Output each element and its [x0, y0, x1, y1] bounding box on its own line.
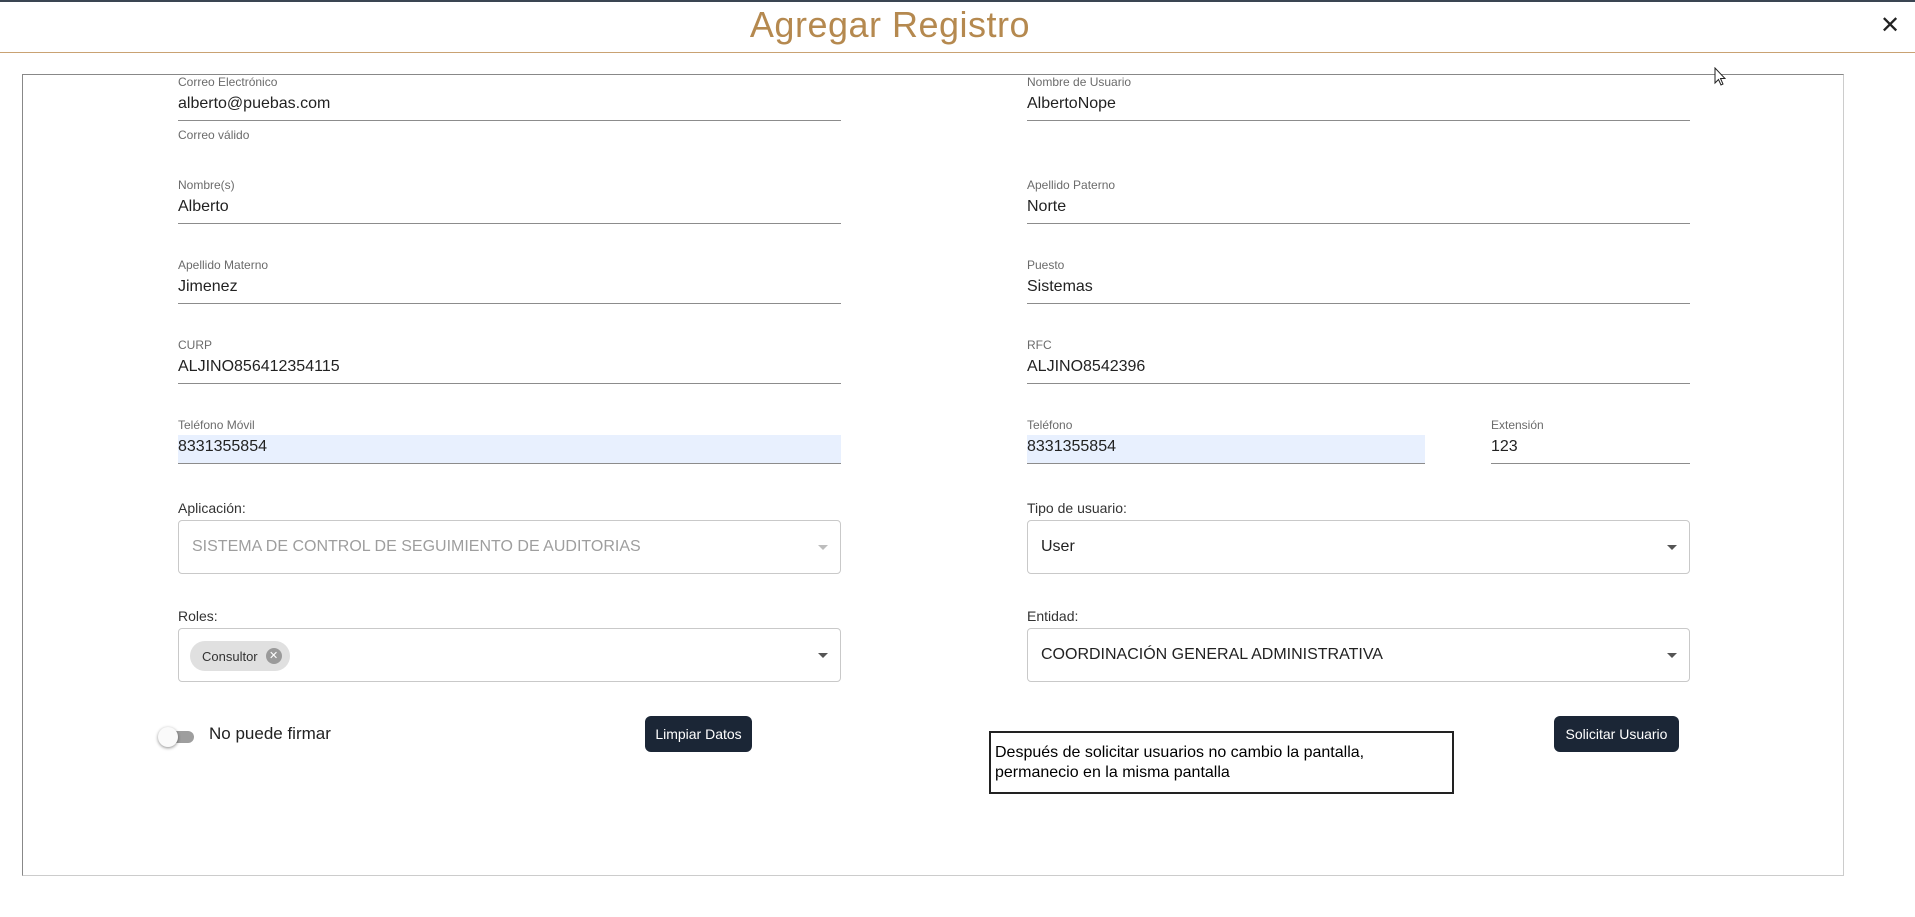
user-type-label: Tipo de usuario: [1027, 500, 1127, 516]
curp-input[interactable]: ALJINO856412354115 [178, 355, 841, 384]
application-select: SISTEMA DE CONTROL DE SEGUIMIENTO DE AUD… [178, 520, 841, 574]
first-name-input[interactable]: Alberto [178, 195, 841, 224]
username-label: Nombre de Usuario [1027, 75, 1132, 89]
cancel-circle-icon[interactable]: ✕ [265, 648, 282, 664]
toggle-thumb[interactable] [158, 727, 178, 747]
annotation-line-1: Después de solicitar usuarios no cambio … [995, 744, 1365, 761]
paternal-surname-label: Apellido Paterno [1027, 178, 1116, 192]
username-input[interactable]: AlbertoNope [1027, 92, 1690, 121]
curp-label: CURP [178, 338, 213, 352]
roles-select[interactable]: Consultor ✕ [178, 628, 841, 682]
chevron-down-icon[interactable] [818, 653, 828, 658]
role-chip[interactable]: Consultor ✕ [190, 641, 290, 671]
position-field[interactable]: Puesto Sistemas [1027, 258, 1690, 304]
sign-toggle[interactable] [158, 727, 196, 747]
phone-input[interactable]: 8331355854 [1027, 435, 1425, 464]
mobile-phone-field[interactable]: Teléfono Móvil 8331355854 [178, 418, 841, 464]
chevron-down-icon[interactable] [1667, 653, 1677, 658]
maternal-surname-field[interactable]: Apellido Materno Jimenez [178, 258, 841, 304]
extension-label: Extensión [1491, 418, 1544, 432]
email-hint: Correo válido [178, 128, 250, 142]
rfc-field[interactable]: RFC ALJINO8542396 [1027, 338, 1690, 384]
mobile-phone-input[interactable]: 8331355854 [178, 435, 841, 464]
clear-data-button[interactable]: Limpiar Datos [645, 716, 752, 752]
first-name-field[interactable]: Nombre(s) Alberto [178, 178, 841, 224]
email-field[interactable]: Correo Electrónico alberto@puebas.com [178, 75, 841, 121]
maternal-surname-label: Apellido Materno [178, 258, 269, 272]
annotation-note: Después de solicitar usuarios no cambio … [989, 731, 1454, 794]
curp-field[interactable]: CURP ALJINO856412354115 [178, 338, 841, 384]
email-input[interactable]: alberto@puebas.com [178, 92, 841, 121]
extension-input[interactable]: 123 [1491, 435, 1690, 464]
phone-field[interactable]: Teléfono 8331355854 [1027, 418, 1425, 464]
rfc-input[interactable]: ALJINO8542396 [1027, 355, 1690, 384]
entity-label: Entidad: [1027, 608, 1079, 624]
user-type-value: User [1041, 538, 1075, 555]
application-value: SISTEMA DE CONTROL DE SEGUIMIENTO DE AUD… [192, 538, 641, 555]
position-input[interactable]: Sistemas [1027, 275, 1690, 304]
position-label: Puesto [1027, 258, 1065, 272]
extension-field[interactable]: Extensión 123 [1491, 418, 1690, 464]
request-user-button[interactable]: Solicitar Usuario [1554, 716, 1679, 752]
chevron-down-icon [818, 545, 828, 550]
maternal-surname-input[interactable]: Jimenez [178, 275, 841, 304]
mouse-pointer-icon [1714, 67, 1726, 86]
entity-value: COORDINACIÓN GENERAL ADMINISTRATIVA [1041, 646, 1383, 663]
entity-select[interactable]: COORDINACIÓN GENERAL ADMINISTRATIVA [1027, 628, 1690, 682]
paternal-surname-input[interactable]: Norte [1027, 195, 1690, 224]
user-type-select[interactable]: User [1027, 520, 1690, 574]
email-label: Correo Electrónico [178, 75, 278, 89]
username-field[interactable]: Nombre de Usuario AlbertoNope [1027, 75, 1690, 121]
phone-label: Teléfono [1027, 418, 1073, 432]
chevron-down-icon[interactable] [1667, 545, 1677, 550]
application-label: Aplicación: [178, 500, 246, 516]
title-divider [0, 52, 1915, 53]
first-name-label: Nombre(s) [178, 178, 235, 192]
role-chip-label: Consultor [202, 648, 258, 664]
window-top-border [0, 0, 1915, 2]
mobile-phone-label: Teléfono Móvil [178, 418, 255, 432]
dialog-title: Agregar Registro [749, 4, 1031, 45]
rfc-label: RFC [1027, 338, 1052, 352]
annotation-line-2: permanecio en la misma pantalla [995, 764, 1230, 781]
close-icon[interactable]: ✕ [1876, 12, 1904, 40]
paternal-surname-field[interactable]: Apellido Paterno Norte [1027, 178, 1690, 224]
roles-label: Roles: [178, 608, 218, 624]
sign-toggle-label: No puede firmar [209, 724, 331, 743]
